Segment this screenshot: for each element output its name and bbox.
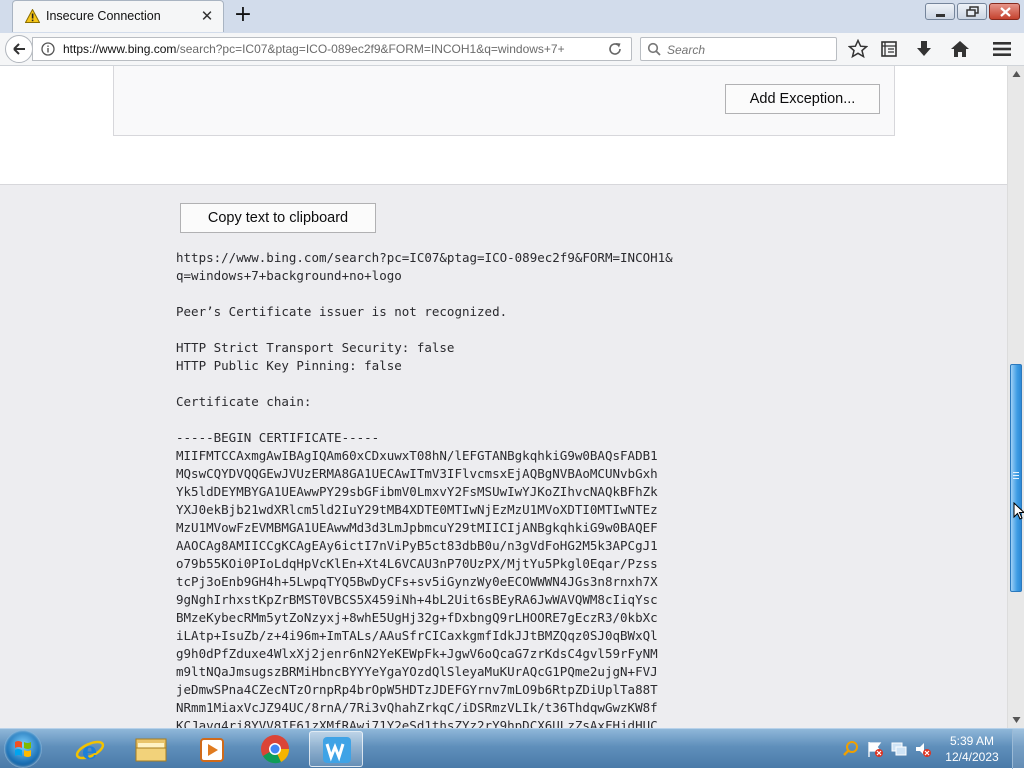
downloads-icon[interactable] [914, 39, 934, 59]
advanced-panel: Add Exception... [113, 66, 895, 136]
restore-button[interactable] [957, 3, 987, 20]
action-center-flag-icon[interactable] [866, 740, 884, 758]
minimize-icon [936, 14, 945, 17]
menu-icon[interactable] [992, 39, 1012, 59]
navigation-toolbar: https://www.bing.com/search?pc=IC07&ptag… [0, 33, 1024, 66]
minimize-button[interactable] [925, 3, 955, 20]
show-desktop-button[interactable] [1012, 729, 1024, 769]
vertical-scrollbar[interactable] [1007, 66, 1024, 728]
title-bar: Insecure Connection ✕ + [0, 0, 1024, 33]
chrome-icon [261, 735, 290, 764]
close-icon [1000, 7, 1011, 17]
mouse-cursor-icon [1013, 502, 1024, 520]
scroll-down-icon[interactable] [1008, 711, 1024, 728]
taskbar-file-explorer[interactable] [124, 731, 178, 767]
svg-text:e: e [82, 736, 97, 765]
scroll-up-icon[interactable] [1008, 66, 1024, 83]
taskbar-chrome[interactable] [247, 731, 301, 767]
folder-icon [135, 738, 167, 762]
copy-to-clipboard-button[interactable]: Copy text to clipboard [180, 203, 376, 233]
taskbar-media-player[interactable] [185, 731, 239, 767]
system-clock[interactable]: 5:39 AM 12/4/2023 [940, 733, 1004, 765]
bookmarks-library-icon[interactable] [879, 39, 899, 59]
url-host: https://www.bing.com [63, 42, 177, 56]
volume-muted-icon[interactable] [914, 740, 932, 758]
tab-title: Insecure Connection [46, 9, 161, 23]
search-bar[interactable] [640, 37, 837, 61]
certificate-details-panel: Copy text to clipboard https://www.bing.… [0, 184, 1007, 728]
start-button[interactable] [4, 730, 42, 768]
url-text[interactable]: https://www.bing.com/search?pc=IC07&ptag… [63, 42, 603, 56]
tab-insecure-connection[interactable]: Insecure Connection ✕ [12, 0, 224, 32]
page-content: Add Exception... Copy text to clipboard … [0, 66, 1007, 728]
bookmark-star-icon[interactable] [848, 39, 868, 59]
media-player-icon [200, 738, 224, 762]
new-tab-button[interactable]: + [232, 3, 254, 27]
clock-time: 5:39 AM [949, 734, 995, 748]
windows-logo-icon [15, 741, 31, 757]
certificate-error-text: https://www.bing.com/search?pc=IC07&ptag… [176, 250, 673, 728]
tab-close-icon[interactable]: ✕ [199, 7, 215, 25]
reload-icon[interactable] [607, 41, 623, 57]
clock-date: 12/4/2023 [945, 750, 999, 764]
taskbar-firefox-active[interactable] [309, 731, 363, 767]
network-icon[interactable] [890, 740, 908, 758]
search-input[interactable] [665, 40, 834, 60]
taskbar-internet-explorer[interactable]: e [62, 731, 116, 767]
home-icon[interactable] [950, 39, 970, 59]
address-bar[interactable]: https://www.bing.com/search?pc=IC07&ptag… [32, 37, 632, 61]
warning-icon [25, 9, 40, 23]
info-icon[interactable] [41, 42, 55, 56]
internet-explorer-icon: e [75, 736, 105, 765]
browser-app-icon [323, 737, 351, 763]
add-exception-button[interactable]: Add Exception... [725, 84, 880, 114]
back-arrow-icon [13, 43, 25, 55]
scrollbar-thumb[interactable] [1010, 364, 1022, 592]
search-icon [647, 42, 661, 56]
close-window-button[interactable] [989, 3, 1020, 20]
taskbar: e 5:39 AM 12/4/2023 [0, 728, 1024, 769]
restore-icon [966, 6, 979, 17]
back-button[interactable] [5, 35, 33, 63]
search-tray-icon[interactable] [842, 740, 860, 758]
url-path: /search?pc=IC07&ptag=ICO-089ec2f9&FORM=I… [176, 42, 565, 56]
